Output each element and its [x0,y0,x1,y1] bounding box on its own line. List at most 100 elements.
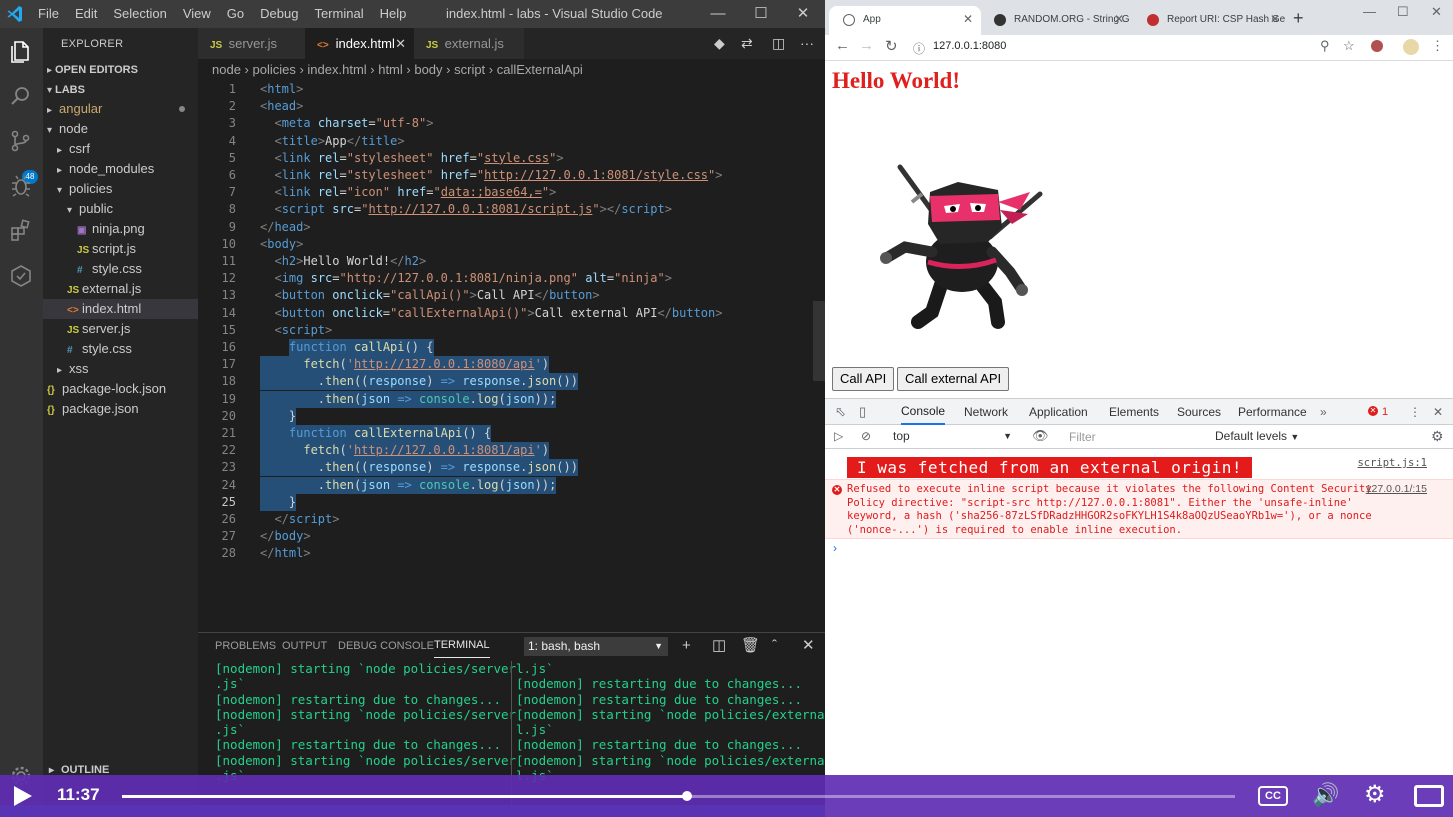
settings-gear-icon[interactable]: ⚙ [1364,780,1386,809]
split-terminal-icon[interactable]: ◫ [712,633,726,659]
console-settings-gear-icon[interactable]: ⚙ [1431,428,1444,445]
inspect-element-icon[interactable]: ⬁ [835,404,846,420]
fullscreen-icon[interactable] [1414,785,1444,807]
folder-item[interactable]: ▸ angular [43,99,198,119]
test-icon[interactable] [8,263,34,289]
menu-selection[interactable]: Selection [105,0,174,28]
menu-debug[interactable]: Debug [252,0,306,28]
eye-icon[interactable]: 👁 [1032,428,1049,444]
menu-go[interactable]: Go [219,0,252,28]
labs-section[interactable]: ▾ LABS [43,79,198,99]
menu-help[interactable]: Help [372,0,415,28]
explorer-icon[interactable] [8,38,34,64]
close-devtools-icon[interactable]: ✕ [1433,399,1443,425]
file-item[interactable]: JS script.js [43,239,198,259]
panel-tab-debug-console[interactable]: DEBUG CONSOLE [338,633,434,659]
open-changes-icon[interactable]: ⇄ [741,28,753,59]
source-control-icon[interactable] [8,128,34,154]
devtools-tab-console[interactable]: Console [901,399,946,425]
more-actions-icon[interactable]: ··· [800,28,814,59]
browser-tab[interactable]: Report URI: CSP Hash Ge ✕ [1133,6,1288,35]
console-prompt-icon[interactable]: › [833,541,837,555]
breadcrumb-item[interactable]: html [378,62,403,77]
tab-external-js[interactable]: JS external.js [414,28,524,59]
browser-maximize-button[interactable]: ☐ [1397,4,1409,20]
code-editor[interactable]: 1 <html> 2 <head> 3 <meta charset="utf-8"> 4 … [198,81,825,632]
volume-icon[interactable]: 🔊 [1312,782,1339,808]
menu-view[interactable]: View [175,0,219,28]
error-count[interactable]: 1 [1382,399,1388,425]
device-toolbar-icon[interactable]: ▯ [859,404,866,420]
browser-tab[interactable]: App ✕ [829,6,981,35]
breadcrumb-item[interactable]: script [454,62,485,77]
zoom-icon[interactable]: ⚲ [1320,38,1330,54]
context-select[interactable]: top ▼ [891,427,1016,446]
extensions-icon[interactable] [8,218,34,244]
breadcrumb-item[interactable]: index.html [307,62,366,77]
devtools-tab-sources[interactable]: Sources [1177,399,1221,425]
forward-arrow-icon[interactable]: → [859,37,874,54]
site-info-icon[interactable]: ⓘ [913,40,925,57]
new-tab-button[interactable]: + [1293,8,1304,29]
more-tabs-icon[interactable]: » [1320,399,1327,425]
sidebar-toggle-icon[interactable]: ▷ [834,429,843,443]
file-item[interactable]: JS server.js [43,319,198,339]
close-panel-icon[interactable]: ✕ [802,633,815,659]
close-window-button[interactable]: ✕ [780,0,826,28]
folder-item[interactable]: ▸ xss [43,359,198,379]
browser-close-button[interactable]: ✕ [1431,4,1442,20]
panel-tab-output[interactable]: OUTPUT [282,633,327,659]
call-api-button[interactable]: Call API [832,367,895,391]
editor-scrollbar[interactable] [813,81,825,632]
debug-icon[interactable] [8,173,34,199]
breadcrumb-item[interactable]: node [212,62,241,77]
error-count-icon[interactable]: ✕ [1368,406,1378,416]
clear-console-icon[interactable]: ⊘ [861,429,871,443]
tab-index-html[interactable]: <> index.html ✕ [305,28,414,59]
breadcrumb-item[interactable]: callExternalApi [497,62,583,77]
profile-avatar[interactable] [1403,39,1419,55]
folder-item[interactable]: ▾ node [43,119,198,139]
seek-bar[interactable] [122,791,1235,801]
breadcrumb-item[interactable]: body [414,62,442,77]
file-item[interactable]: <> index.html [43,299,198,319]
panel-tab-terminal[interactable]: TERMINAL [434,633,490,658]
close-tab-icon[interactable]: ✕ [1114,6,1124,33]
call-external-api-button[interactable]: Call external API [897,367,1010,391]
bookmark-star-icon[interactable]: ☆ [1343,38,1355,54]
close-tab-icon[interactable]: ✕ [1270,6,1280,33]
file-item[interactable]: ▣ ninja.png [43,219,198,239]
close-tab-icon[interactable]: ✕ [963,6,973,33]
panel-tab-problems[interactable]: PROBLEMS [215,633,276,659]
closed-captions-icon[interactable]: CC [1258,786,1288,806]
back-arrow-icon[interactable]: ← [835,37,850,54]
file-item[interactable]: {} package-lock.json [43,379,198,399]
menu-terminal[interactable]: Terminal [306,0,371,28]
file-item[interactable]: # style.css [43,339,198,359]
browser-minimize-button[interactable]: — [1363,4,1376,19]
seek-handle[interactable] [682,791,693,801]
trash-icon[interactable]: 🗑 [741,633,760,659]
breadcrumb-item[interactable]: policies [252,62,295,77]
terminal-left-output[interactable]: [nodemon] starting `node policies/server… [215,661,516,783]
new-terminal-icon[interactable]: + [682,633,691,659]
extension-icon[interactable] [1371,40,1383,52]
tab-server-js[interactable]: JS server.js [198,28,305,59]
browser-menu-icon[interactable]: ⋮ [1431,38,1444,54]
split-editor-icon[interactable]: ◫ [772,28,785,59]
open-preview-icon[interactable]: ◆ [714,28,725,59]
file-item[interactable]: {} package.json [43,399,198,419]
minimize-button[interactable]: — [695,0,741,28]
menu-edit[interactable]: Edit [67,0,105,28]
play-icon[interactable] [14,786,32,806]
maximize-panel-icon[interactable]: ˆ [772,633,777,659]
close-tab-icon[interactable]: ✕ [395,28,406,59]
terminal-right-output[interactable]: l.js` [nodemon] restarting due to change… [516,661,825,783]
browser-tab[interactable]: RANDOM.ORG - String G ✕ [980,6,1132,35]
folder-item[interactable]: ▾ policies [43,179,198,199]
log-levels-select[interactable]: Default levels ▼ [1215,429,1299,443]
devtools-tab-performance[interactable]: Performance [1238,399,1307,425]
terminal-select[interactable]: 1: bash, bash ▼ [524,637,668,656]
devtools-tab-network[interactable]: Network [964,399,1008,425]
devtools-tab-elements[interactable]: Elements [1109,399,1159,425]
